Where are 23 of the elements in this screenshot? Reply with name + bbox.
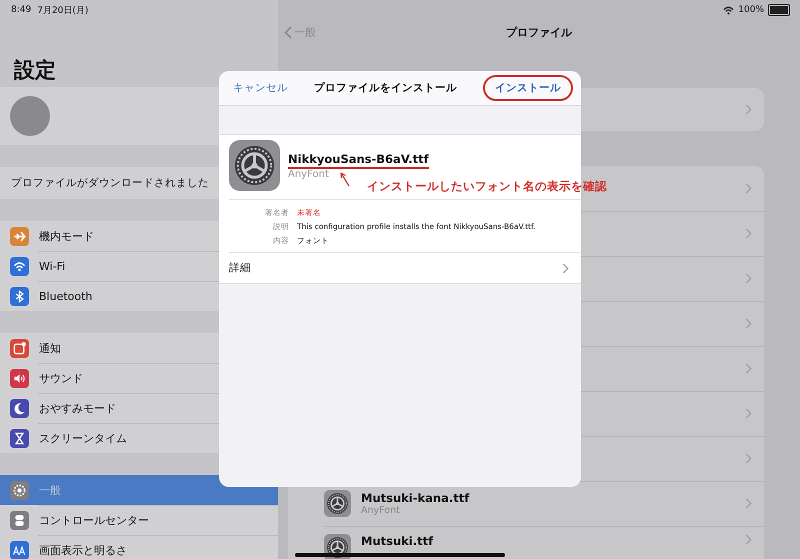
settings-item-label: 通知 [39, 340, 61, 356]
details-label: 詳細 [229, 261, 251, 275]
settings-item-label: 一般 [39, 482, 61, 498]
settings-item-label: サウンド [39, 370, 83, 386]
profile-subtitle: AnyFont [288, 169, 329, 180]
settings-item-label: スクリーンタイム [39, 430, 127, 446]
status-date: 7月20日(月) [37, 4, 88, 16]
status-time: 8:49 [11, 5, 32, 15]
dialog-title: プロファイルをインストール [314, 81, 457, 95]
profile-name: Mutsuki-kana.ttf [361, 491, 470, 505]
settings-item-label: 画面表示と明るさ [39, 542, 127, 558]
profile-name: Mutsuki.ttf [361, 534, 434, 548]
settings-item-label: Wi-Fi [39, 260, 66, 272]
settings-item-label: Bluetooth [39, 290, 92, 302]
annotation-note: インストールしたいフォント名の表示を確認 [367, 179, 607, 194]
settings-item-label: おやすみモード [39, 400, 116, 416]
page-title: プロファイル [506, 26, 572, 39]
battery-percent: 100% [738, 5, 764, 15]
profile-name: NikkyouSans-B6aV.ttf [288, 152, 429, 169]
profile-subtitle: AnyFont [361, 505, 401, 516]
settings-item-label: コントロールセンター [39, 512, 149, 528]
settings-item-label: 機内モード [39, 228, 94, 244]
settings-title: 設定 [12, 57, 57, 84]
